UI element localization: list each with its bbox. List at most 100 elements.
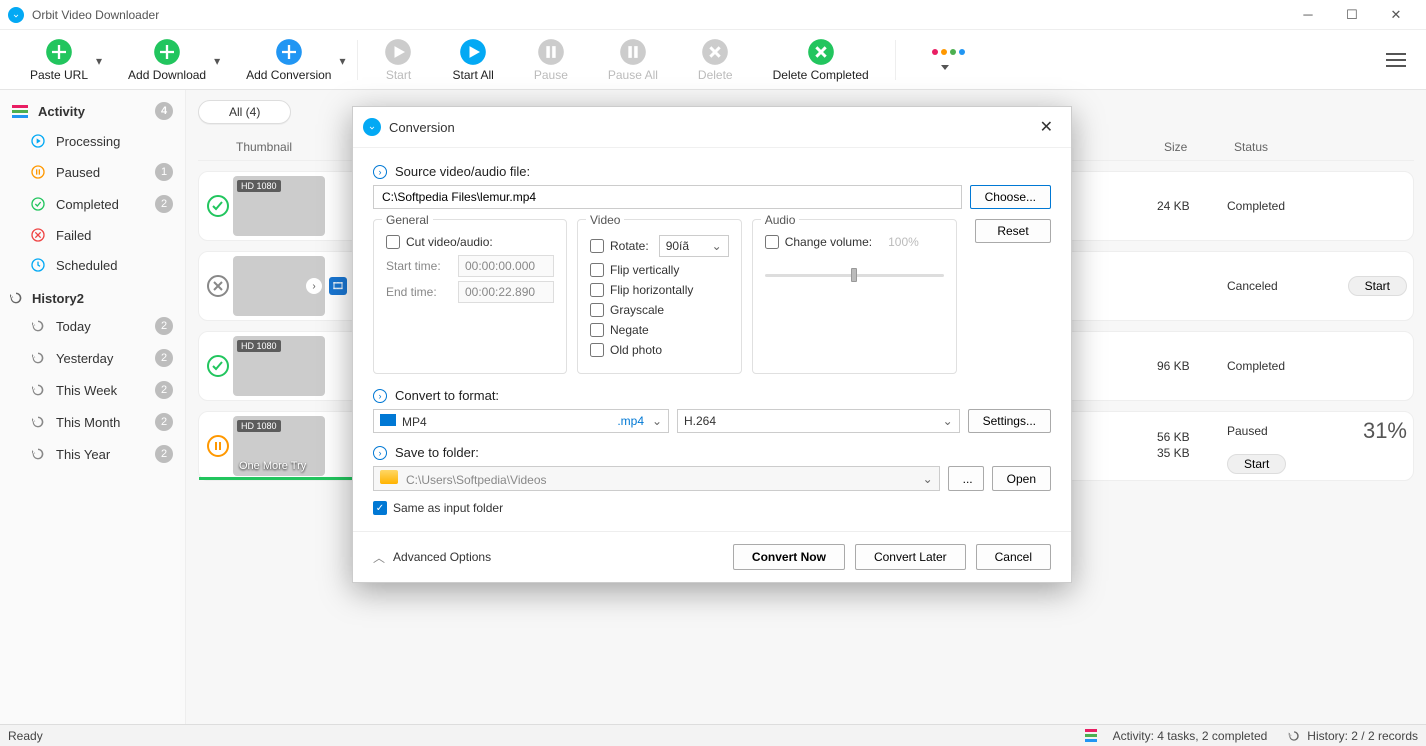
old-photo-checkbox[interactable]: Old photo <box>590 343 729 357</box>
volume-slider[interactable] <box>765 265 944 285</box>
flip-horizontal-checkbox[interactable]: Flip horizontally <box>590 283 729 297</box>
cut-video-checkbox[interactable]: Cut video/audio: <box>386 235 554 249</box>
file-size: 35 KB <box>1157 446 1227 462</box>
sidebar-item-completed[interactable]: Completed 2 <box>0 188 185 220</box>
history-icon <box>30 382 46 398</box>
start-time-label: Start time: <box>386 259 450 273</box>
sidebar-history-header[interactable]: History 2 <box>0 280 185 310</box>
sidebar-item-paused[interactable]: Paused 1 <box>0 156 185 188</box>
next-thumbnail-icon[interactable]: › <box>305 277 323 295</box>
advanced-options-toggle[interactable]: ︿Advanced Options <box>373 549 491 566</box>
start-item-button[interactable]: Start <box>1227 454 1286 474</box>
color-menu-button[interactable] <box>902 49 985 70</box>
source-file-input[interactable] <box>373 185 962 209</box>
app-title: Orbit Video Downloader <box>32 8 1286 22</box>
thumbnail: HD 1080 <box>233 336 325 396</box>
add-download-button[interactable]: Add Download ▾ <box>108 38 226 82</box>
app-logo-icon <box>363 118 381 136</box>
check-ring-icon <box>30 196 46 212</box>
window-maximize-button[interactable]: ☐ <box>1330 0 1374 30</box>
window-minimize-button[interactable]: ─ <box>1286 0 1330 30</box>
x-circle-icon <box>807 38 835 66</box>
start-item-button[interactable]: Start <box>1348 276 1407 296</box>
pause-label: Pause <box>534 68 568 82</box>
sidebar-item-this-week[interactable]: This Week 2 <box>0 374 185 406</box>
sidebar-item-count: 2 <box>155 349 173 367</box>
add-conversion-label: Add Conversion <box>246 68 331 82</box>
rotate-select[interactable]: 90íã⌄ <box>659 235 729 257</box>
convert-now-button[interactable]: Convert Now <box>733 544 845 570</box>
status-text: Completed <box>1227 199 1407 213</box>
delete-completed-button[interactable]: Delete Completed <box>753 38 889 82</box>
end-time-input[interactable] <box>458 281 554 303</box>
codec-select[interactable]: H.264⌄ <box>677 409 960 433</box>
pause-circle-icon <box>537 38 565 66</box>
sidebar-item-this-month[interactable]: This Month 2 <box>0 406 185 438</box>
sidebar-item-count: 2 <box>155 445 173 463</box>
pause-all-button[interactable]: Pause All <box>588 38 678 82</box>
file-size: 24 KB <box>1157 199 1227 213</box>
start-time-input[interactable] <box>458 255 554 277</box>
open-folder-button[interactable]: Open <box>992 466 1051 491</box>
filter-tab-all[interactable]: All (4) <box>198 100 291 124</box>
history-icon <box>30 414 46 430</box>
list-icon <box>1085 729 1097 742</box>
caret-down-icon[interactable]: ▾ <box>339 54 345 68</box>
source-file-section: › Source video/audio file: <box>373 164 1051 179</box>
sidebar-item-processing[interactable]: Processing <box>0 126 185 156</box>
choose-file-button[interactable]: Choose... <box>970 185 1051 209</box>
reset-button[interactable]: Reset <box>975 219 1051 243</box>
col-thumbnail[interactable]: Thumbnail <box>236 140 332 154</box>
add-conversion-button[interactable]: Add Conversion ▾ <box>226 38 351 82</box>
rotate-checkbox[interactable]: Rotate: 90íã⌄ <box>590 235 729 257</box>
sidebar-item-scheduled[interactable]: Scheduled <box>0 250 185 280</box>
thumbnail: › <box>233 256 325 316</box>
video-panel: Video Rotate: 90íã⌄ Flip vertically Flip… <box>577 219 742 374</box>
convert-later-button[interactable]: Convert Later <box>855 544 966 570</box>
pause-button[interactable]: Pause <box>514 38 588 82</box>
col-status[interactable]: Status <box>1234 140 1414 154</box>
status-history: History: 2 / 2 records <box>1287 729 1418 743</box>
start-button[interactable]: Start <box>364 38 432 82</box>
menu-button[interactable] <box>1386 49 1406 71</box>
window-close-button[interactable]: ✕ <box>1374 0 1418 30</box>
dots-icon <box>932 49 965 55</box>
change-volume-checkbox[interactable]: Change volume: 100% <box>765 235 944 249</box>
sidebar-item-count: 2 <box>155 381 173 399</box>
same-as-input-checkbox[interactable]: ✓ Same as input folder <box>373 501 503 515</box>
caret-down-icon[interactable]: ▾ <box>96 54 102 68</box>
sidebar-item-label: Paused <box>56 165 100 180</box>
sidebar-item-this-year[interactable]: This Year 2 <box>0 438 185 470</box>
sidebar-activity-header[interactable]: Activity 4 <box>0 96 185 126</box>
history-icon <box>30 318 46 334</box>
negate-checkbox[interactable]: Negate <box>590 323 729 337</box>
sidebar-item-label: This Year <box>56 447 110 462</box>
sidebar-item-count: 1 <box>155 163 173 181</box>
sidebar-item-label: Processing <box>56 134 120 149</box>
grayscale-checkbox[interactable]: Grayscale <box>590 303 729 317</box>
sidebar-item-today[interactable]: Today 2 <box>0 310 185 342</box>
play-circle-icon <box>384 38 412 66</box>
col-size[interactable]: Size <box>1164 140 1234 154</box>
thumbnail-caption: One More Try <box>239 460 306 472</box>
format-settings-button[interactable]: Settings... <box>968 409 1051 433</box>
dialog-close-button[interactable]: ✕ <box>1032 113 1061 141</box>
dialog-title: Conversion <box>389 120 455 135</box>
sidebar-item-label: Failed <box>56 228 91 243</box>
cancel-button[interactable]: Cancel <box>976 544 1051 570</box>
delete-label: Delete <box>698 68 733 82</box>
format-ext: .mp4 <box>617 414 644 428</box>
paste-url-button[interactable]: Paste URL ▾ <box>10 38 108 82</box>
state-completed-icon <box>203 194 233 218</box>
caret-down-icon[interactable]: ▾ <box>214 54 220 68</box>
flip-vertical-checkbox[interactable]: Flip vertically <box>590 263 729 277</box>
start-label: Start <box>386 68 411 82</box>
save-folder-select[interactable]: C:\Users\Softpedia\Videos ⌄ <box>373 466 940 491</box>
browse-folder-button[interactable]: ... <box>948 466 984 491</box>
format-select[interactable]: MP4 .mp4 ⌄ <box>373 409 669 433</box>
delete-button[interactable]: Delete <box>678 38 753 82</box>
sidebar-item-failed[interactable]: Failed <box>0 220 185 250</box>
sidebar-item-yesterday[interactable]: Yesterday 2 <box>0 342 185 374</box>
toolbar-separator <box>895 40 896 80</box>
start-all-button[interactable]: Start All <box>432 38 513 82</box>
